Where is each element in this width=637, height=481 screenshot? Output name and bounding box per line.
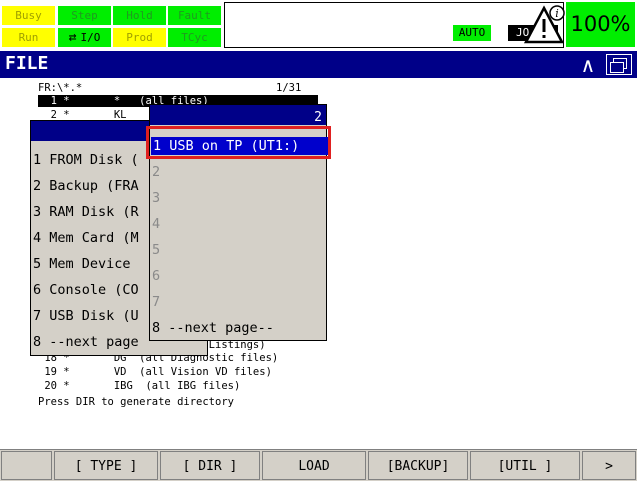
tcyc-led: TCyc xyxy=(167,27,222,48)
caret-up-icon[interactable]: ∧ xyxy=(575,52,601,77)
title-bar: FILE ∧ xyxy=(0,51,637,78)
menu-item-mem-card[interactable]: 4 Mem Card (M xyxy=(33,229,139,247)
menu-item-mem-device[interactable]: 5 Mem Device xyxy=(33,255,131,273)
menu-item-next-page-2[interactable]: 8 --next page-- xyxy=(152,319,274,337)
io-icon: ⇄ xyxy=(68,30,77,45)
fkey-load[interactable]: LOAD xyxy=(262,451,366,480)
listing-hint: Press DIR to generate directory xyxy=(38,396,234,408)
list-item[interactable]: 19 * VD (all Vision VD files) xyxy=(38,366,272,378)
page-title: FILE xyxy=(5,53,49,74)
listing-page: 1/31 xyxy=(276,82,302,94)
menu-item-empty-5: 5 xyxy=(152,242,161,258)
run-led: Run xyxy=(1,27,56,48)
busy-led: Busy xyxy=(1,5,56,26)
prod-led: Prod xyxy=(112,27,167,48)
menu-item-empty-6: 6 xyxy=(152,268,161,284)
menu-item-empty-2: 2 xyxy=(152,164,161,180)
step-led: Step xyxy=(57,5,112,26)
submenu-header: 2 xyxy=(150,105,326,125)
fkey-util[interactable]: [UTIL ] xyxy=(470,451,580,480)
mode-badge: AUTO xyxy=(453,25,491,41)
fkey-backup[interactable]: [BACKUP] xyxy=(368,451,468,480)
menu-item-backup[interactable]: 2 Backup (FRA xyxy=(33,177,139,195)
list-item[interactable]: 20 * IBG (all IBG files) xyxy=(38,380,240,392)
io-led: ⇄ I/O xyxy=(57,27,112,48)
menu-item-empty-7: 7 xyxy=(152,294,161,310)
svg-text:i: i xyxy=(555,7,559,20)
function-key-bar: [ TYPE ] [ DIR ] LOAD [BACKUP] [UTIL ] > xyxy=(0,449,637,481)
listing-path: FR:\*.* xyxy=(38,82,83,94)
menu-item-ram-disk[interactable]: 3 RAM Disk (R xyxy=(33,203,139,221)
menu-item-usb-disk[interactable]: 7 USB Disk (U xyxy=(33,307,139,325)
menu-item-console[interactable]: 6 Console (CO xyxy=(33,281,139,299)
warning-info-icon[interactable]: i xyxy=(524,4,566,46)
hold-led: Hold xyxy=(112,5,167,26)
io-label: I/O xyxy=(80,31,101,44)
highlight-frame xyxy=(146,126,331,159)
window-switch-icon[interactable] xyxy=(606,54,632,75)
menu-item-empty-4: 4 xyxy=(152,216,161,232)
fkey-next[interactable]: > xyxy=(582,451,636,480)
fkey-blank xyxy=(1,451,52,480)
fault-led: Fault xyxy=(167,5,222,26)
status-bar: Busy Step Hold Fault Run ⇄ I/O Prod TCyc … xyxy=(0,0,637,50)
menu-item-next-page[interactable]: 8 --next page xyxy=(33,333,139,351)
menu-item-empty-3: 3 xyxy=(152,190,161,206)
fkey-type[interactable]: [ TYPE ] xyxy=(54,451,158,480)
override-speed[interactable]: 100% xyxy=(566,2,635,47)
fkey-dir[interactable]: [ DIR ] xyxy=(160,451,260,480)
menu-item-from-disk[interactable]: 1 FROM Disk ( xyxy=(33,151,139,169)
